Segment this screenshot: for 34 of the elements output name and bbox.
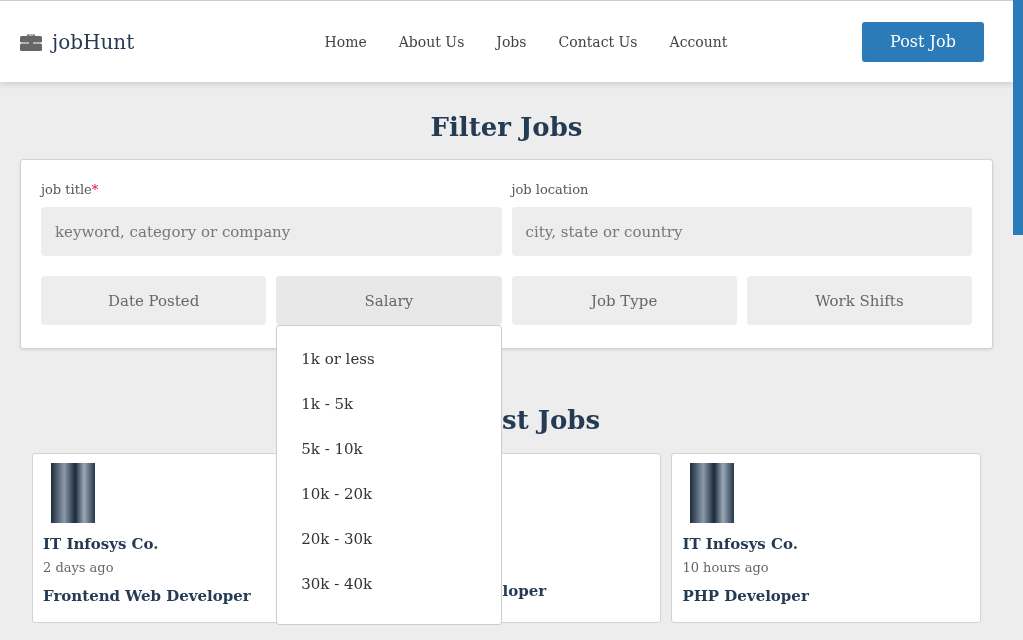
nav-link[interactable]: Contact Us	[558, 33, 638, 50]
dropdown-option[interactable]: 1k or less	[277, 337, 501, 382]
dropdown-option[interactable]: 30k - 40k	[277, 562, 501, 607]
company-name: IT Infosys Co.	[682, 535, 798, 553]
photo-placeholder	[51, 463, 95, 523]
scrollbar-thumb[interactable]	[1013, 0, 1023, 235]
section-heading: st Jobs	[501, 405, 602, 435]
nav-link[interactable]: Home	[324, 33, 367, 50]
field-label: job title*	[41, 182, 100, 197]
dropdown-option[interactable]: 20k - 30k	[277, 517, 501, 562]
job-title[interactable]: Frontend Web Developer	[43, 587, 251, 605]
job-title[interactable]: PHP Developer	[682, 587, 809, 605]
nav-link[interactable]: Jobs	[496, 33, 527, 50]
posted-time: 10 hours ago	[682, 560, 769, 575]
input-field[interactable]: city, state or country	[511, 207, 972, 256]
input-field[interactable]: keyword, category or company	[41, 207, 502, 256]
brand-name[interactable]: jobHunt	[52, 29, 135, 54]
filter-dropdown[interactable]: Job Type	[511, 276, 737, 325]
photo-placeholder	[690, 463, 735, 523]
post-job-button[interactable]: Post Job	[862, 21, 984, 62]
job-title[interactable]: loper	[502, 582, 547, 600]
dropdown-option[interactable]: 1k - 5k	[277, 382, 501, 427]
dropdown-option[interactable]: 5k - 10k	[277, 427, 501, 472]
briefcase-icon	[20, 32, 42, 51]
filter-dropdown[interactable]: Work Shifts	[746, 276, 972, 325]
field-label: job location	[511, 182, 590, 197]
nav-link[interactable]: Account	[669, 33, 728, 50]
filter-dropdown[interactable]: Salary	[276, 276, 502, 325]
posted-time: 2 days ago	[43, 560, 114, 575]
section-heading: Filter Jobs	[429, 112, 584, 142]
nav-link[interactable]: About Us	[398, 33, 465, 50]
company-name: IT Infosys Co.	[43, 535, 159, 553]
dropdown-option[interactable]: 10k - 20k	[277, 472, 501, 517]
filter-dropdown[interactable]: Date Posted	[41, 276, 267, 325]
